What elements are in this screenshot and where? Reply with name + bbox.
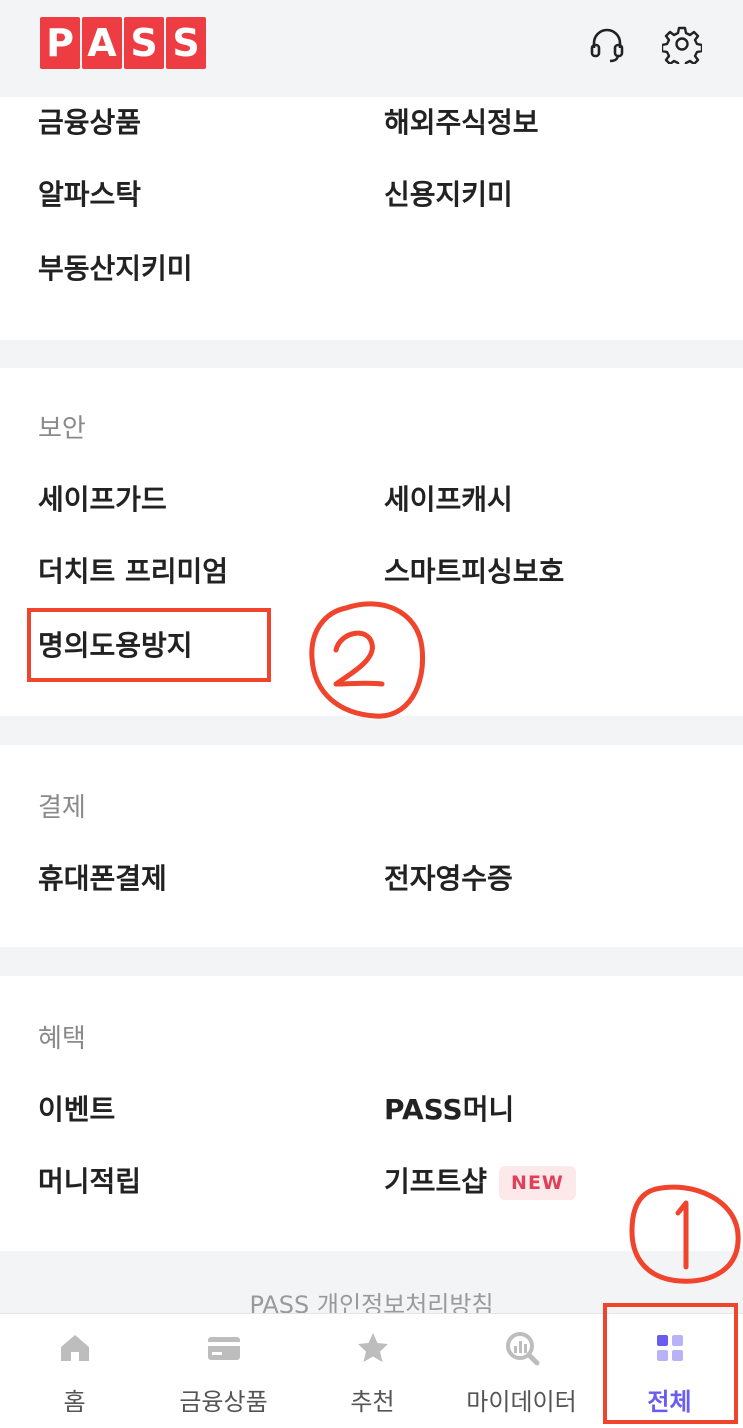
nav-label: 홈 bbox=[63, 1388, 86, 1416]
home-icon bbox=[60, 1335, 89, 1361]
menu-item[interactable]: 해외주식정보 bbox=[384, 101, 539, 141]
menu-item[interactable]: 머니적립 bbox=[38, 1160, 141, 1200]
bottom-nav: 홈 금융상품 추천 마이데이터 전체 bbox=[0, 1313, 743, 1428]
privacy-policy-link[interactable]: PASS 개인정보처리방침 bbox=[0, 1250, 743, 1316]
nav-label: 추천 bbox=[350, 1388, 395, 1416]
nav-tab-recommend[interactable]: 추천 bbox=[298, 1314, 447, 1428]
menu-item[interactable]: 세이프캐시 bbox=[384, 478, 513, 518]
grid-icon bbox=[656, 1335, 683, 1361]
menu-item[interactable]: 더치트 프리미엄 bbox=[38, 550, 228, 590]
payment-section: 결제 휴대폰결제 전자영수증 bbox=[0, 745, 743, 947]
menu-item[interactable]: 스마트피싱보호 bbox=[384, 550, 564, 590]
nav-tab-mydata[interactable]: 마이데이터 bbox=[447, 1314, 596, 1428]
menu-item[interactable]: 전자영수증 bbox=[384, 857, 513, 897]
gear-icon[interactable] bbox=[662, 24, 702, 64]
nav-tab-financial-products[interactable]: 금융상품 bbox=[149, 1314, 298, 1428]
headset-icon[interactable] bbox=[587, 24, 627, 64]
menu-item-identity-protection[interactable]: 명의도용방지 bbox=[38, 624, 193, 664]
nav-tab-all[interactable]: 전체 bbox=[596, 1314, 743, 1428]
menu-item[interactable]: 알파스탁 bbox=[38, 173, 141, 213]
nav-label: 마이데이터 bbox=[466, 1388, 577, 1416]
section-title: 혜택 bbox=[38, 1024, 86, 1054]
menu-item[interactable]: 신용지키미 bbox=[384, 173, 513, 213]
app-header: P A S S bbox=[0, 0, 743, 97]
logo-letter: A bbox=[82, 17, 122, 69]
logo-letter: P bbox=[40, 17, 80, 69]
menu-item[interactable]: 이벤트 bbox=[38, 1088, 115, 1128]
security-section: 보안 세이프가드 세이프캐시 더치트 프리미엄 스마트피싱보호 명의도용방지 bbox=[0, 368, 743, 716]
logo-letter: S bbox=[166, 17, 206, 69]
chart-search-icon bbox=[505, 1332, 539, 1366]
menu-item[interactable]: PASS머니 bbox=[384, 1088, 514, 1128]
menu-item-label: 기프트샵 bbox=[384, 1165, 488, 1198]
menu-item[interactable]: 부동산지키미 bbox=[38, 247, 193, 287]
menu-item[interactable]: 세이프가드 bbox=[38, 478, 167, 518]
nav-label: 금융상품 bbox=[179, 1388, 268, 1416]
star-icon bbox=[357, 1333, 388, 1362]
new-badge: NEW bbox=[499, 1166, 576, 1200]
menu-item[interactable]: 휴대폰결제 bbox=[38, 857, 167, 897]
menu-item-giftshop[interactable]: 기프트샵 NEW bbox=[384, 1160, 576, 1200]
menu-item[interactable]: 금융상품 bbox=[38, 101, 141, 141]
pass-logo[interactable]: P A S S bbox=[40, 17, 206, 69]
nav-label: 전체 bbox=[647, 1388, 692, 1416]
finance-section: 금융상품 해외주식정보 알파스탁 신용지키미 부동산지키미 bbox=[0, 97, 743, 340]
logo-letter: S bbox=[124, 17, 164, 69]
section-title: 보안 bbox=[38, 414, 86, 444]
nav-tab-home[interactable]: 홈 bbox=[0, 1314, 149, 1428]
card-icon bbox=[207, 1337, 240, 1360]
benefit-section: 혜택 이벤트 PASS머니 머니적립 기프트샵 NEW bbox=[0, 976, 743, 1251]
section-title: 결제 bbox=[38, 793, 86, 823]
